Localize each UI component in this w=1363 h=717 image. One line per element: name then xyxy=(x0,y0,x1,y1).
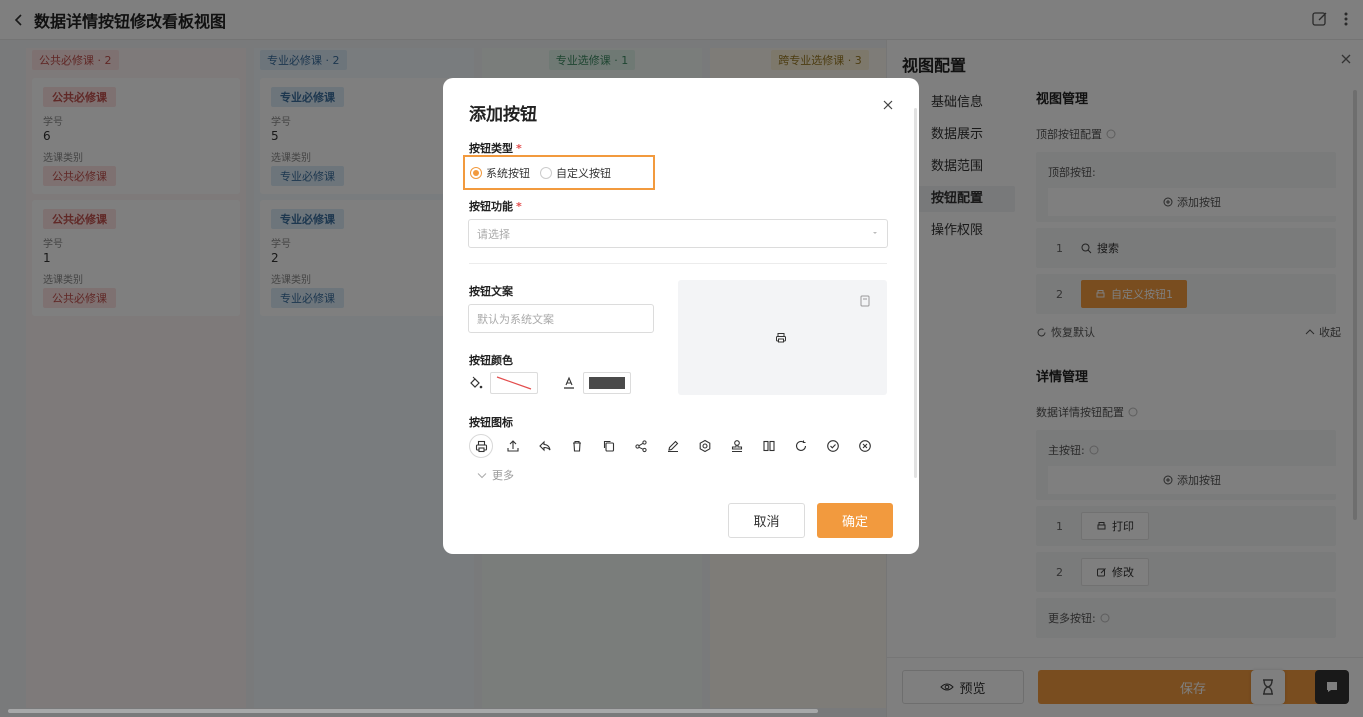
radio-label: 自定义按钮 xyxy=(556,166,611,180)
chevron-down-icon xyxy=(477,472,487,478)
trash-icon[interactable] xyxy=(565,434,589,458)
button-color-label: 按钮颜色 xyxy=(469,354,513,367)
more-label: 更多 xyxy=(492,469,514,482)
radio-label: 系统按钮 xyxy=(486,166,530,180)
edit-icon[interactable] xyxy=(661,434,685,458)
reply-icon[interactable] xyxy=(533,434,557,458)
button-text-label: 按钮文案 xyxy=(469,285,513,298)
check-circle-icon[interactable] xyxy=(821,434,845,458)
button-type-label: 按钮类型 * xyxy=(469,142,522,155)
dialog-title: 添加按钮 xyxy=(469,105,537,125)
refresh-icon[interactable] xyxy=(789,434,813,458)
columns-icon[interactable] xyxy=(757,434,781,458)
upload-icon[interactable] xyxy=(501,434,525,458)
button-preview-area xyxy=(678,280,887,395)
radio-custom-button[interactable]: 自定义按钮 xyxy=(540,165,611,181)
button-text-input[interactable]: 默认为系统文案 xyxy=(468,304,654,333)
divider xyxy=(469,263,887,264)
radio-system-button[interactable]: 系统按钮 xyxy=(470,165,530,181)
printer-icon xyxy=(775,332,787,344)
button-function-select[interactable]: 请选择 xyxy=(468,219,888,248)
share-icon[interactable] xyxy=(629,434,653,458)
add-button-dialog: 添加按钮 按钮类型 * 系统按钮 自定义按钮 按钮功能 * 请选择 按钮文案 默认为… xyxy=(443,78,919,554)
text-color-icon xyxy=(562,376,576,390)
button-function-label: 按钮功能 * xyxy=(469,200,522,213)
text-color-picker[interactable] xyxy=(583,372,631,394)
copy-icon[interactable] xyxy=(860,295,870,307)
icon-picker xyxy=(469,434,885,458)
fill-color-picker[interactable] xyxy=(490,372,538,394)
copy-icon[interactable] xyxy=(597,434,621,458)
caret-down-icon xyxy=(873,232,877,234)
button-type-radio-group: 系统按钮 自定义按钮 xyxy=(463,155,655,190)
button-icon-label: 按钮图标 xyxy=(469,416,513,429)
more-icons-toggle[interactable]: 更多 xyxy=(477,467,514,483)
printer-icon[interactable] xyxy=(469,434,493,458)
select-placeholder: 请选择 xyxy=(477,227,510,241)
settings-icon[interactable] xyxy=(693,434,717,458)
confirm-button[interactable]: 确定 xyxy=(817,503,893,538)
dialog-scrollbar[interactable] xyxy=(914,108,917,478)
close-circle-icon[interactable] xyxy=(853,434,877,458)
close-icon[interactable] xyxy=(883,100,893,110)
stamp-icon[interactable] xyxy=(725,434,749,458)
horizontal-scrollbar[interactable] xyxy=(8,709,818,713)
fill-color-icon xyxy=(469,376,483,390)
cancel-button[interactable]: 取消 xyxy=(728,503,805,538)
input-placeholder: 默认为系统文案 xyxy=(477,312,554,326)
